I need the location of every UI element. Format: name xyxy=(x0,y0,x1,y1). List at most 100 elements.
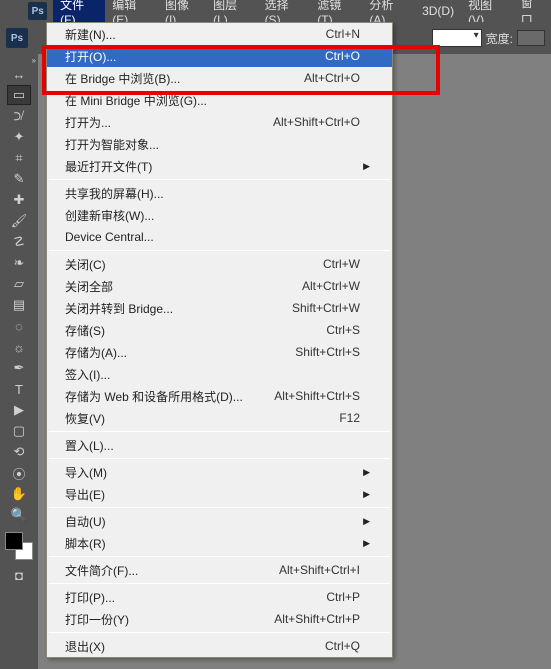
tool-path-sel[interactable]: ▶ xyxy=(7,400,31,420)
fg-color-swatch[interactable] xyxy=(5,532,23,550)
menu-item-label: 最近打开文件(T) xyxy=(65,158,360,175)
tool-wand[interactable]: ✦ xyxy=(7,127,31,147)
menu-item-r[interactable]: 脚本(R)▶ xyxy=(47,532,392,554)
menu-separator xyxy=(49,458,390,459)
menu-item-[interactable]: 打开为...Alt+Shift+Ctrl+O xyxy=(47,111,392,133)
menu-item-label: 存储(S) xyxy=(65,322,326,339)
menu-item-e[interactable]: 导出(E)▶ xyxy=(47,483,392,505)
tool-lasso[interactable]: ⟉ xyxy=(7,106,31,126)
tool-mask[interactable]: ◘ xyxy=(7,565,31,585)
menu-separator xyxy=(49,583,390,584)
tool-type[interactable]: T xyxy=(7,379,31,399)
menu-item-shortcut: Ctrl+W xyxy=(323,257,360,271)
toolbox-expand-icon[interactable]: » xyxy=(32,56,36,65)
menu-item-label: 打印(P)... xyxy=(65,589,326,606)
menu-separator xyxy=(49,179,390,180)
menu-item-a[interactable]: 存储为(A)...Shift+Ctrl+S xyxy=(47,341,392,363)
menu-item-shortcut: Ctrl+S xyxy=(326,323,360,337)
tool-blur[interactable]: ◌ xyxy=(7,316,31,336)
tool-eyedropper[interactable]: ✎ xyxy=(7,169,31,189)
tool-3d[interactable]: ⟲ xyxy=(7,442,31,462)
app-icon: Ps xyxy=(28,2,47,20)
menu-item-[interactable]: 关闭全部Alt+Ctrl+W xyxy=(47,275,392,297)
menu-item-label: 打开为... xyxy=(65,114,273,131)
menu-item-label: 共享我的屏幕(H)... xyxy=(65,185,360,202)
tool-gradient[interactable]: ▤ xyxy=(7,295,31,315)
menu-item-label: 导入(M) xyxy=(65,464,360,481)
menu-item-x[interactable]: 退出(X)Ctrl+Q xyxy=(47,635,392,657)
menu-item-bridgeb[interactable]: 在 Bridge 中浏览(B)...Alt+Ctrl+O xyxy=(47,67,392,89)
menu-item-f[interactable]: 文件简介(F)...Alt+Shift+Ctrl+I xyxy=(47,559,392,581)
menu-item-shortcut: Alt+Ctrl+W xyxy=(302,279,360,293)
width-field[interactable] xyxy=(517,30,545,46)
menu-item-devicecentral[interactable]: Device Central... xyxy=(47,226,392,248)
menu-item-label: Device Central... xyxy=(65,230,360,244)
menu-item-label: 在 Mini Bridge 中浏览(G)... xyxy=(65,92,360,109)
tool-pen[interactable]: ✒ xyxy=(7,358,31,378)
menu-item-t[interactable]: 最近打开文件(T)▶ xyxy=(47,155,392,177)
tool-hand[interactable]: ✋ xyxy=(7,484,31,504)
tool-eraser[interactable]: ▱ xyxy=(7,274,31,294)
tool-history[interactable]: ❧ xyxy=(7,253,31,273)
menu-item-label: 恢复(V) xyxy=(65,410,339,427)
menu-item-m[interactable]: 导入(M)▶ xyxy=(47,461,392,483)
menu-item-label: 自动(U) xyxy=(65,513,360,530)
menu-item-v[interactable]: 恢复(V)F12 xyxy=(47,407,392,429)
menu-item-label: 存储为 Web 和设备所用格式(D)... xyxy=(65,388,274,405)
menu-item-shortcut: Alt+Shift+Ctrl+O xyxy=(273,115,360,129)
menu-item-webd[interactable]: 存储为 Web 和设备所用格式(D)...Alt+Shift+Ctrl+S xyxy=(47,385,392,407)
menu-item-shortcut: Shift+Ctrl+W xyxy=(292,301,360,315)
menu-item-label: 脚本(R) xyxy=(65,535,360,552)
menu-item-shortcut: Ctrl+O xyxy=(325,49,360,63)
menu-item-l[interactable]: 置入(L)... xyxy=(47,434,392,456)
tool-heal[interactable]: ✚ xyxy=(7,190,31,210)
submenu-arrow-icon: ▶ xyxy=(360,489,370,500)
width-label: 宽度: xyxy=(486,30,513,47)
file-menu-dropdown: 新建(N)...Ctrl+N打开(O)...Ctrl+O在 Bridge 中浏览… xyxy=(46,22,393,658)
menu-separator xyxy=(49,431,390,432)
submenu-arrow-icon: ▶ xyxy=(360,467,370,478)
app-home-icon[interactable]: Ps xyxy=(6,28,28,48)
menu-item-shortcut: Alt+Shift+Ctrl+I xyxy=(279,563,360,577)
menu-item-i[interactable]: 签入(I)... xyxy=(47,363,392,385)
tool-cam[interactable]: ⦿ xyxy=(7,463,31,483)
preset-combo[interactable] xyxy=(432,29,482,47)
menu-item-y[interactable]: 打印一份(Y)Alt+Shift+Ctrl+P xyxy=(47,608,392,630)
menu-item-label: 新建(N)... xyxy=(65,26,326,43)
tool-marquee[interactable]: ▭ xyxy=(7,85,31,105)
menu-item-o[interactable]: 打开(O)...Ctrl+O xyxy=(47,45,392,67)
menu-item-shortcut: Alt+Shift+Ctrl+S xyxy=(274,389,360,403)
menu-item-shortcut: Alt+Shift+Ctrl+P xyxy=(274,612,360,626)
menu-separator xyxy=(49,250,390,251)
menu-item-shortcut: Alt+Ctrl+O xyxy=(304,71,360,85)
tool-stamp[interactable]: ☡ xyxy=(7,232,31,252)
menu-item-u[interactable]: 自动(U)▶ xyxy=(47,510,392,532)
menu-item-s[interactable]: 存储(S)Ctrl+S xyxy=(47,319,392,341)
menu-item-p[interactable]: 打印(P)...Ctrl+P xyxy=(47,586,392,608)
submenu-arrow-icon: ▶ xyxy=(360,516,370,527)
tool-dodge[interactable]: ☼ xyxy=(7,337,31,357)
tool-rect[interactable]: ▢ xyxy=(7,421,31,441)
menu-item-label: 打开为智能对象... xyxy=(65,136,360,153)
menu-item-bridge[interactable]: 关闭并转到 Bridge...Shift+Ctrl+W xyxy=(47,297,392,319)
tool-brush[interactable]: 🖌 xyxy=(7,211,31,231)
menu-item-shortcut: Shift+Ctrl+S xyxy=(295,345,360,359)
menu-item-label: 导出(E) xyxy=(65,486,360,503)
menu-item-label: 签入(I)... xyxy=(65,366,360,383)
color-swatches[interactable] xyxy=(5,532,33,560)
menu-item-c[interactable]: 关闭(C)Ctrl+W xyxy=(47,253,392,275)
menu-item-w[interactable]: 创建新审核(W)... xyxy=(47,204,392,226)
menu-item-[interactable]: 打开为智能对象... xyxy=(47,133,392,155)
tool-move[interactable]: ↔ xyxy=(7,64,31,84)
menu-item-h[interactable]: 共享我的屏幕(H)... xyxy=(47,182,392,204)
menu-item-label: 打印一份(Y) xyxy=(65,611,274,628)
menu-item-label: 创建新审核(W)... xyxy=(65,207,360,224)
menu-item-minibridgeg[interactable]: 在 Mini Bridge 中浏览(G)... xyxy=(47,89,392,111)
menu-item-n[interactable]: 新建(N)...Ctrl+N xyxy=(47,23,392,45)
menu-item-shortcut: Ctrl+N xyxy=(326,27,360,41)
menu-3d[interactable]: 3D(D) xyxy=(415,1,461,21)
tool-zoom[interactable]: 🔍 xyxy=(7,505,31,525)
menu-item-shortcut: Ctrl+Q xyxy=(325,639,360,653)
tool-crop[interactable]: ⌗ xyxy=(7,148,31,168)
menu-item-label: 关闭并转到 Bridge... xyxy=(65,300,292,317)
